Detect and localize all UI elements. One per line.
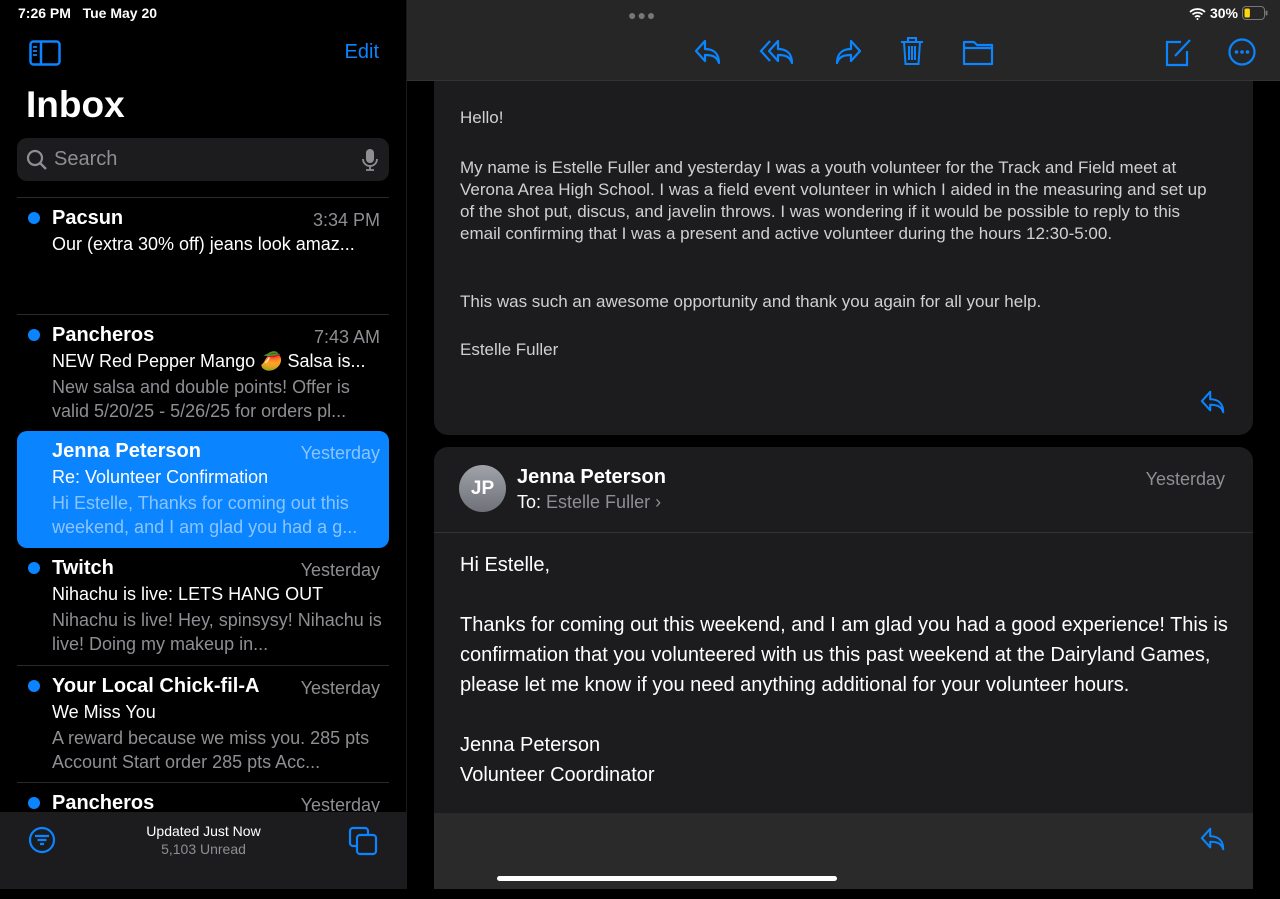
page-title: Inbox — [26, 84, 125, 125]
recipient-line[interactable]: To: Estelle Fuller › — [517, 492, 661, 513]
preview: Nihachu is live! Hey, spinsysy! Nihachu … — [52, 610, 382, 654]
timestamp: 7:43 AM — [313, 327, 380, 347]
message-signature: Estelle Fuller — [460, 340, 559, 359]
timestamp: 3:34 PM — [312, 210, 380, 230]
signature-name: Jenna Peterson — [460, 734, 601, 756]
battery-percent: 30% — [1209, 5, 1238, 21]
mailbox-sidebar: 7:26 PM Tue May 20 Edit Inbox Search Pac… — [0, 0, 407, 889]
sidebar-toggle-icon[interactable] — [29, 40, 61, 66]
unread-dot — [28, 562, 40, 574]
subject: Nihachu is live: LETS HANG OUT — [52, 584, 324, 604]
subject: We Miss You — [52, 702, 156, 722]
edit-button[interactable]: Edit — [345, 41, 379, 64]
reply-icon[interactable] — [1199, 826, 1227, 852]
message-body: Hi Estelle, Thanks for coming out this w… — [460, 550, 1230, 790]
sender-name: Jenna Peterson — [517, 466, 666, 488]
status-time: 7:26 PM Tue May 20 — [18, 5, 157, 21]
message-row[interactable]: Pacsun 3:34 PM Our (extra 30% off) jeans l… — [17, 197, 389, 314]
message-paragraph: My name is Estelle Fuller and yesterday … — [460, 158, 1207, 243]
message-row[interactable]: Your Local Chick-fil-A Yesterday We Miss Y… — [17, 665, 389, 782]
subject: NEW Red Pepper Mango 🥭 Salsa is... — [52, 351, 366, 371]
to-label: To: — [517, 492, 542, 512]
message-greeting: Hello! — [460, 108, 504, 127]
timestamp: Yesterday — [300, 678, 380, 698]
battery-icon — [1242, 6, 1268, 20]
avatar: JP — [459, 465, 506, 512]
subject: Re: Volunteer Confirmation — [52, 467, 269, 487]
unread-count: 5,103 Unread — [161, 841, 246, 857]
preview: A reward because we miss you. 285 pts Ac… — [52, 728, 370, 772]
compose-icon[interactable] — [1165, 37, 1193, 67]
sender: Pancheros — [52, 324, 155, 346]
sender: Pacsun — [52, 207, 124, 229]
more-options-icon[interactable] — [1228, 38, 1256, 66]
unread-dot — [28, 329, 40, 341]
unread-dot — [28, 797, 40, 809]
search-icon — [26, 149, 47, 170]
date: Tue May 20 — [82, 5, 158, 21]
chevron-right-icon: › — [655, 492, 662, 512]
sender: Jenna Peterson — [52, 440, 201, 462]
message-pane: ●●● 30% Hello! My name is Estelle Fuller… — [407, 0, 1280, 889]
preview: New salsa and double points! Offer is va… — [52, 377, 350, 421]
mailbox-status-bar: Updated Just Now 5,103 Unread — [0, 812, 407, 889]
message-date: Yesterday — [1145, 469, 1225, 489]
message-paragraph: This was such an awesome opportunity and… — [460, 292, 1042, 311]
wifi-icon — [1189, 7, 1206, 20]
trash-icon[interactable] — [899, 36, 925, 66]
reply-all-icon[interactable] — [759, 38, 797, 66]
divider — [434, 532, 1253, 533]
updated-status: Updated Just Now — [146, 823, 261, 839]
sender: Twitch — [52, 557, 114, 579]
search-placeholder: Search — [54, 148, 118, 170]
message-row-selected[interactable]: Jenna Peterson Yesterday Re: Volunteer Con… — [17, 431, 389, 548]
sender: Your Local Chick-fil-A — [52, 675, 260, 697]
quoted-message-card: Hello! My name is Estelle Fuller and yes… — [434, 60, 1253, 435]
toolbar: ●●● 30% — [407, 0, 1280, 81]
reply-icon[interactable] — [1199, 389, 1227, 415]
search-input[interactable]: Search — [17, 138, 389, 181]
preview: Hi Estelle, Thanks for coming out this w… — [52, 493, 358, 537]
timestamp: Yesterday — [300, 443, 380, 463]
message-paragraph: Thanks for coming out this weekend, and … — [460, 614, 1228, 696]
subject: Our (extra 30% off) jeans look amaz... — [52, 234, 355, 254]
time: 7:26 PM — [18, 5, 71, 21]
folder-icon[interactable] — [962, 38, 994, 66]
multitasking-dots-icon[interactable]: ●●● — [628, 7, 656, 23]
timestamp: Yesterday — [300, 560, 380, 580]
unread-dot — [28, 212, 40, 224]
message-bottom-bar — [434, 813, 1253, 889]
microphone-icon[interactable] — [362, 148, 378, 172]
reply-icon[interactable] — [693, 38, 723, 66]
home-indicator[interactable] — [497, 876, 837, 881]
signature-title: Volunteer Coordinator — [460, 764, 655, 786]
message-row[interactable]: Pancheros 7:43 AM NEW Red Pepper Mango 🥭 S… — [17, 314, 389, 431]
recipient: Estelle Fuller — [546, 492, 651, 512]
message-greeting: Hi Estelle, — [460, 554, 551, 576]
forward-icon[interactable] — [833, 38, 863, 66]
unread-dot — [28, 680, 40, 692]
multiple-windows-icon[interactable] — [348, 826, 378, 856]
message-row[interactable]: Twitch Yesterday Nihachu is live: LETS HAN… — [17, 548, 389, 665]
